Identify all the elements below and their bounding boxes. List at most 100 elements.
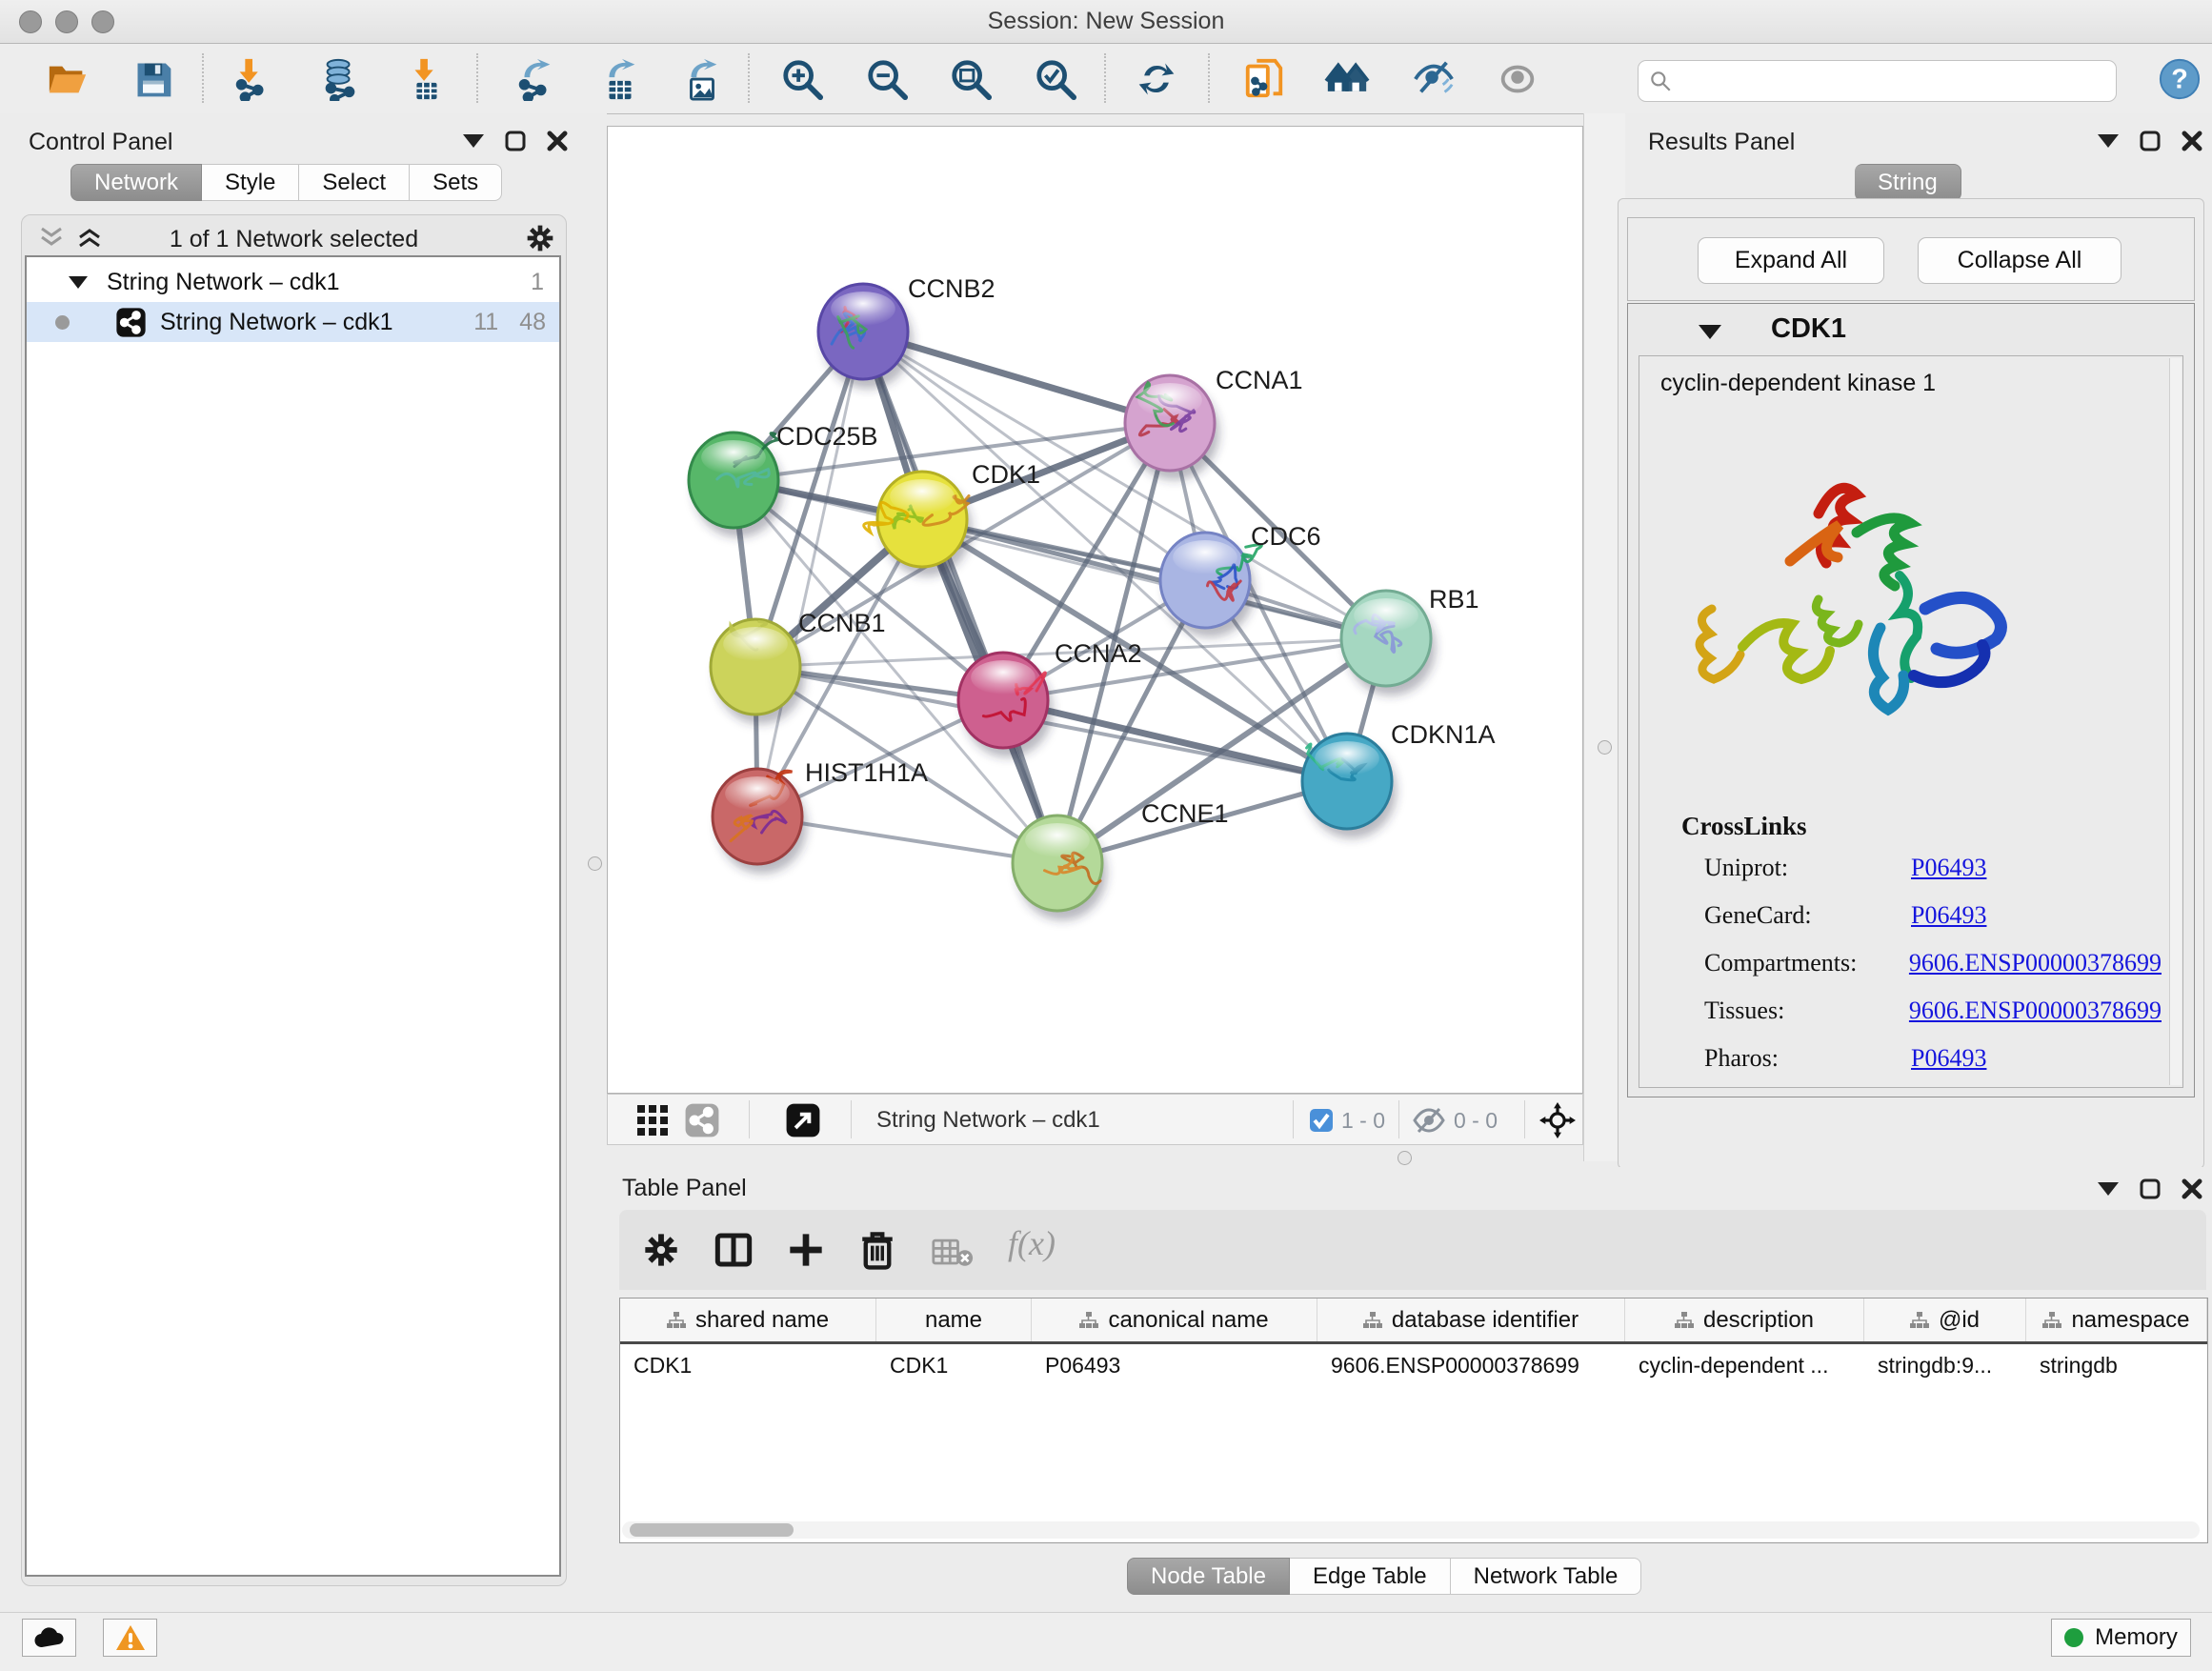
- fit-crosshair-icon[interactable]: [1539, 1102, 1576, 1138]
- delete-column-trash-icon[interactable]: [857, 1229, 897, 1271]
- node-hist1h1a[interactable]: [713, 769, 807, 874]
- network-graph[interactable]: CCNB2CCNA1CDC25BCDK1CDC6RB1CCNB1CCNA2CDK…: [608, 127, 1582, 1093]
- float-panel-icon[interactable]: [2140, 131, 2161, 151]
- network-canvas[interactable]: CCNB2CCNA1CDC25BCDK1CDC6RB1CCNB1CCNA2CDK…: [607, 126, 1583, 1094]
- gear-icon[interactable]: [525, 223, 555, 253]
- duplicate-network-button[interactable]: [1238, 53, 1290, 105]
- column-namespace-icon: [1910, 1312, 1929, 1329]
- node-ccnb2[interactable]: [818, 284, 913, 389]
- splitter-handle[interactable]: [588, 856, 602, 871]
- import-table-button[interactable]: [400, 53, 452, 105]
- open-session-button[interactable]: [42, 53, 93, 105]
- node-ccna2[interactable]: [958, 653, 1053, 757]
- network-status-dot: [55, 315, 70, 330]
- search-input[interactable]: [1680, 63, 2103, 97]
- tab-edge-table[interactable]: Edge Table: [1290, 1558, 1451, 1595]
- cloud-button[interactable]: [22, 1619, 76, 1657]
- open-in-window-icon[interactable]: [785, 1102, 821, 1138]
- column-namespace-icon: [1363, 1312, 1382, 1329]
- horizontal-scrollbar-thumb[interactable]: [630, 1523, 794, 1537]
- network-collection-row[interactable]: String Network – cdk1 1: [27, 262, 559, 302]
- close-panel-icon[interactable]: [547, 131, 568, 151]
- panel-menu-icon[interactable]: [463, 134, 484, 148]
- tab-sets[interactable]: Sets: [410, 164, 502, 201]
- table-settings-gear-icon[interactable]: [642, 1231, 680, 1269]
- float-panel-icon[interactable]: [505, 131, 526, 151]
- tab-string[interactable]: String: [1855, 164, 1961, 201]
- crosslink-label: GeneCard:: [1704, 901, 1911, 930]
- expand-all-button[interactable]: Expand All: [1698, 237, 1884, 284]
- zoom-out-button[interactable]: [861, 53, 913, 105]
- memory-button[interactable]: Memory: [2051, 1619, 2191, 1657]
- zoom-in-button[interactable]: [776, 53, 828, 105]
- column-header-description[interactable]: description: [1625, 1299, 1864, 1341]
- selected-checkbox-icon[interactable]: [1309, 1108, 1334, 1133]
- string-home-button[interactable]: [1321, 53, 1373, 105]
- left-splitter[interactable]: [583, 113, 607, 1612]
- import-database-button[interactable]: [314, 53, 366, 105]
- crosslink-value-link[interactable]: P06493: [1911, 854, 1986, 882]
- memory-label: Memory: [2095, 1624, 2178, 1651]
- node-cdkn1a[interactable]: [1302, 734, 1397, 838]
- help-button[interactable]: ?: [2154, 53, 2205, 105]
- column-header-canonical-name[interactable]: canonical name: [1032, 1299, 1317, 1341]
- save-session-button[interactable]: [128, 53, 179, 105]
- crosslink-value-link[interactable]: 9606.ENSP00000378699: [1909, 997, 2162, 1025]
- column-header-@id[interactable]: @id: [1864, 1299, 2026, 1341]
- crosslink-value-link[interactable]: P06493: [1911, 901, 1986, 930]
- column-label: @id: [1939, 1307, 1980, 1334]
- panel-menu-icon[interactable]: [2098, 134, 2119, 148]
- grid-view-icon[interactable]: [636, 1104, 669, 1137]
- toolbar-separator: [1208, 53, 1210, 103]
- close-panel-icon[interactable]: [2182, 1178, 2202, 1199]
- collection-expander-icon[interactable]: [69, 276, 88, 289]
- import-network-button[interactable]: [227, 53, 278, 105]
- column-header-shared-name[interactable]: shared name: [620, 1299, 876, 1341]
- hide-results-panel-button[interactable]: [1408, 53, 1459, 105]
- network-view-icon[interactable]: [684, 1102, 720, 1138]
- tab-style[interactable]: Style: [202, 164, 299, 201]
- show-panel-button[interactable]: [1492, 53, 1543, 105]
- hidden-eye-slash-icon[interactable]: [1413, 1107, 1445, 1134]
- network-row-selected[interactable]: String Network – cdk1 11 48: [27, 302, 559, 342]
- node-cdc25b[interactable]: [689, 433, 783, 537]
- float-panel-icon[interactable]: [2140, 1178, 2161, 1199]
- splitter-handle[interactable]: [1598, 740, 1612, 755]
- table-row[interactable]: CDK1CDK1P064939606.ENSP00000378699cyclin…: [620, 1344, 2207, 1386]
- column-header-namespace[interactable]: namespace: [2026, 1299, 2207, 1341]
- entry-expander-icon[interactable]: [1699, 325, 1721, 339]
- column-namespace-icon: [667, 1312, 686, 1329]
- toolbar-separator: [748, 53, 750, 103]
- zoom-fit-button[interactable]: [945, 53, 996, 105]
- panel-menu-icon[interactable]: [2098, 1182, 2119, 1196]
- node-rb1[interactable]: [1341, 591, 1436, 695]
- add-column-icon[interactable]: [787, 1231, 825, 1269]
- horizontal-splitter-handle[interactable]: [1398, 1151, 1412, 1165]
- export-image-button[interactable]: [676, 53, 728, 105]
- column-header-database-identifier[interactable]: database identifier: [1317, 1299, 1625, 1341]
- horizontal-scrollbar-track[interactable]: [622, 1521, 2200, 1539]
- show-columns-icon[interactable]: [714, 1231, 753, 1269]
- protein-structure-image: [1676, 447, 2047, 761]
- node-ccna1[interactable]: [1125, 375, 1219, 480]
- warnings-button[interactable]: [103, 1619, 157, 1657]
- crosslink-value-link[interactable]: 9606.ENSP00000378699: [1909, 949, 2162, 977]
- results-scrollbar[interactable]: [2169, 358, 2182, 1085]
- zoom-selected-button[interactable]: [1030, 53, 1081, 105]
- crosslink-label: Compartments:: [1704, 949, 1909, 977]
- export-network-button[interactable]: [510, 53, 561, 105]
- export-table-button[interactable]: [594, 53, 646, 105]
- tab-select[interactable]: Select: [299, 164, 410, 201]
- tab-network-table[interactable]: Network Table: [1451, 1558, 1642, 1595]
- column-label: database identifier: [1392, 1307, 1579, 1334]
- collapse-all-button[interactable]: Collapse All: [1918, 237, 2122, 284]
- refresh-button[interactable]: [1131, 53, 1182, 105]
- column-header-name[interactable]: name: [876, 1299, 1032, 1341]
- tab-network[interactable]: Network: [70, 164, 202, 201]
- table-body: CDK1CDK1P064939606.ENSP00000378699cyclin…: [620, 1344, 2207, 1386]
- crosslink-value-link[interactable]: P06493: [1911, 1044, 1986, 1073]
- tab-node-table[interactable]: Node Table: [1127, 1558, 1290, 1595]
- node-ccne1[interactable]: [1013, 815, 1107, 920]
- close-panel-icon[interactable]: [2182, 131, 2202, 151]
- edge-ccna2-cdkn1a[interactable]: [1003, 700, 1347, 781]
